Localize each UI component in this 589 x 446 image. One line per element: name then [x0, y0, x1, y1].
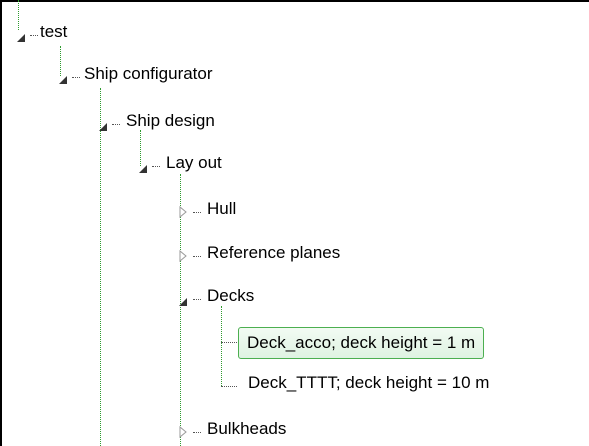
- tree-item-deck-acco[interactable]: Deck_acco; deck height = 1 m: [238, 327, 485, 359]
- tree-item-bulkheads[interactable]: Bulkheads: [207, 419, 286, 439]
- tree-item-hull[interactable]: Hull: [207, 199, 236, 219]
- tree-item-test[interactable]: test: [40, 22, 67, 42]
- collapsed-arrow-icon[interactable]: [177, 426, 189, 438]
- panel-border-left: [0, 0, 2, 446]
- panel-border-top: [0, 0, 589, 2]
- tree-connector: [193, 256, 201, 257]
- collapsed-arrow-icon[interactable]: [177, 250, 189, 262]
- expanded-arrow-icon[interactable]: [57, 74, 69, 86]
- tree-item-ship-design[interactable]: Ship design: [126, 111, 215, 131]
- tree-connector: [221, 342, 237, 343]
- tree-connector: [100, 88, 101, 446]
- tree-item-deck-tttt[interactable]: Deck_TTTT; deck height = 10 m: [248, 373, 489, 393]
- tree-connector: [112, 124, 120, 125]
- tree-item-lay-out[interactable]: Lay out: [166, 153, 222, 173]
- tree-connector: [193, 432, 201, 433]
- tree-connector: [193, 299, 201, 300]
- expanded-arrow-icon[interactable]: [137, 163, 149, 175]
- tree-connector: [30, 35, 38, 36]
- tree-connector: [193, 212, 201, 213]
- expanded-arrow-icon[interactable]: [97, 121, 109, 133]
- tree-view[interactable]: test Ship configurator Ship design Lay o…: [0, 0, 589, 446]
- tree-connector: [152, 166, 160, 167]
- tree-item-decks[interactable]: Decks: [207, 286, 254, 306]
- tree-connector: [72, 77, 80, 78]
- tree-connector: [221, 306, 222, 386]
- tree-item-ship-configurator[interactable]: Ship configurator: [84, 64, 213, 84]
- tree-connector: [18, 0, 19, 30]
- tree-connector: [221, 386, 237, 387]
- tree-connector: [140, 130, 141, 166]
- tree-item-reference-planes[interactable]: Reference planes: [207, 243, 340, 263]
- expanded-arrow-icon[interactable]: [15, 32, 27, 44]
- expanded-arrow-icon[interactable]: [177, 296, 189, 308]
- collapsed-arrow-icon[interactable]: [177, 206, 189, 218]
- tree-connector: [60, 46, 61, 76]
